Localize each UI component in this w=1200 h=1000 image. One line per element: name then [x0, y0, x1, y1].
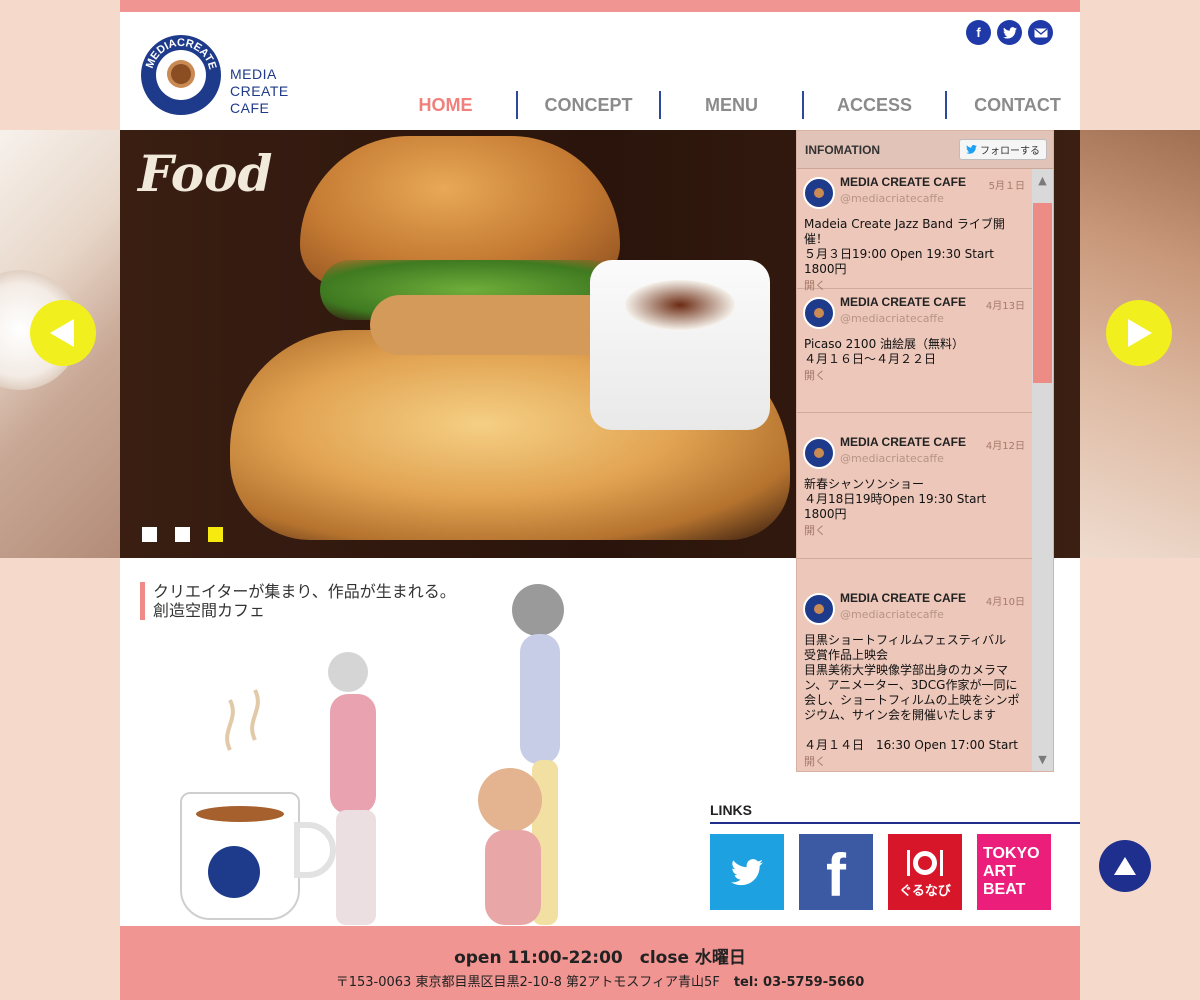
twitter-follow-button[interactable]: フォローする [958, 139, 1047, 160]
coffee-mug-image [180, 792, 336, 920]
twitter-bird-icon [965, 145, 977, 154]
mail-icon[interactable] [1028, 20, 1053, 45]
nav-concept[interactable]: CONCEPT [518, 90, 659, 120]
information-title: INFOMATION [805, 142, 881, 157]
tweet-body: Picaso 2100 油絵展（無料） ４月１６日〜４月２２日 [804, 337, 965, 366]
avatar [803, 177, 835, 209]
logo-line-media: MEDIA [230, 66, 277, 82]
top-accent-bar [120, 0, 1080, 12]
social-icons: f [966, 20, 1053, 45]
tweet-open-link[interactable]: 開く [804, 367, 1027, 383]
information-scrollbar[interactable]: ▲ ▼ [1032, 169, 1053, 771]
avatar [803, 437, 835, 469]
twitter-icon[interactable] [997, 20, 1022, 45]
tweet-item: MEDIA CREATE CAFE 5月１日 @mediacriatecaffe… [797, 169, 1033, 292]
sauce-image [625, 280, 735, 330]
scroll-up-icon[interactable]: ▲ [1035, 173, 1050, 188]
tweet-handle: @mediacriatecaffe [840, 452, 944, 465]
arrow-left-icon [50, 319, 74, 347]
scroll-thumb[interactable] [1033, 203, 1052, 383]
cafe-illustration [160, 570, 680, 925]
avatar [803, 593, 835, 625]
link-facebook[interactable]: f [799, 834, 873, 910]
logo-icon[interactable]: MEDIACREATE CAFE [140, 34, 222, 116]
tweet-list: MEDIA CREATE CAFE 5月１日 @mediacriatecaffe… [797, 169, 1033, 773]
information-panel: INFOMATION フォローする MEDIA CREATE CAFE 5月１日… [796, 130, 1054, 772]
tweet-item: MEDIA CREATE CAFE 4月12日 @mediacriatecaff… [797, 413, 1033, 559]
slider-dot-3[interactable] [208, 527, 223, 542]
tokyo-art-beat-label: TOKYO ART BEAT [983, 845, 1040, 898]
page-container: MEDIACREATE CAFE MEDIA CREATE CAFE f HOM… [120, 0, 1080, 1000]
tweet-body: 新春シャンソンショー ４月18日19時Open 19:30 Start 1800… [804, 477, 987, 521]
information-header: INFOMATION フォローする [797, 131, 1053, 169]
tweet-handle: @mediacriatecaffe [840, 312, 944, 325]
slider-dots [142, 527, 223, 542]
phone-number[interactable]: tel: 03-5759-5660 [734, 975, 864, 990]
address: 〒153-0063 東京都目黒区目黒2-10-8 第2アトモスフィア青山5F [335, 975, 720, 990]
main-nav: HOME CONCEPT MENU ACCESS CONTACT [375, 90, 1088, 120]
link-gurunavi[interactable]: ぐるなび [888, 834, 962, 910]
facebook-icon: f [826, 842, 846, 909]
logo-line-create: CREATE [230, 83, 289, 99]
links-heading: LINKS [710, 802, 752, 818]
tweet-item: MEDIA CREATE CAFE 4月10日 @mediacriatecaff… [797, 559, 1033, 773]
tweet-date: 4月12日 [985, 441, 1025, 452]
gurunavi-label: ぐるなび [899, 882, 951, 898]
slider-next-button[interactable] [1106, 300, 1172, 366]
slider-dot-1[interactable] [142, 527, 157, 542]
link-twitter[interactable] [710, 834, 784, 910]
follow-label: フォローする [980, 146, 1040, 157]
tweet-open-link[interactable]: 開く [804, 753, 1027, 769]
tweet-handle: @mediacriatecaffe [840, 192, 944, 205]
tweet-handle: @mediacriatecaffe [840, 608, 944, 621]
logo-line-cafe: CAFE [230, 100, 270, 116]
tweet-date: 4月13日 [985, 301, 1025, 312]
nav-home[interactable]: HOME [375, 90, 516, 120]
coffee-surface [196, 806, 284, 822]
tweet-item: MEDIA CREATE CAFE 4月13日 @mediacriatecaff… [797, 289, 1033, 413]
logo-text[interactable]: MEDIA CREATE CAFE [230, 66, 289, 117]
address-line: 〒153-0063 東京都目黒区目黒2-10-8 第2アトモスフィア青山5F te… [120, 971, 1080, 990]
slider-dot-2[interactable] [175, 527, 190, 542]
back-to-top-button[interactable] [1099, 840, 1151, 892]
tweet-date: 4月10日 [985, 597, 1025, 608]
business-hours: open 11:00-22:00 close 水曜日 [454, 948, 746, 968]
nav-contact[interactable]: CONTACT [947, 90, 1088, 120]
tweet-body: 目黒ショートフィルムフェスティバル 受賞作品上映会 目黒美術大学映像学部出身のカ… [804, 633, 1020, 752]
footer: open 11:00-22:00 close 水曜日 〒153-0063 東京都… [120, 926, 1080, 1000]
facebook-icon[interactable]: f [966, 20, 991, 45]
tweet-open-link[interactable]: 開く [804, 522, 1027, 538]
arrow-right-icon [1128, 319, 1152, 347]
slider-prev-button[interactable] [30, 300, 96, 366]
mug-logo-icon [208, 846, 260, 898]
tweet-body: Madeia Create Jazz Band ライブ開催！ ５月３日19:00… [804, 217, 1005, 276]
scroll-down-icon[interactable]: ▼ [1035, 752, 1050, 767]
link-tokyo-art-beat[interactable]: TOKYO ART BEAT [977, 834, 1051, 910]
tweet-date: 5月１日 [988, 181, 1025, 192]
avatar [803, 297, 835, 329]
twitter-icon [731, 858, 763, 885]
plate-icon [907, 849, 943, 876]
slide-title: Food [138, 144, 273, 203]
arrow-up-icon [1114, 857, 1136, 875]
links-divider [710, 822, 1080, 824]
nav-access[interactable]: ACCESS [804, 90, 945, 120]
nav-menu[interactable]: MENU [661, 90, 802, 120]
